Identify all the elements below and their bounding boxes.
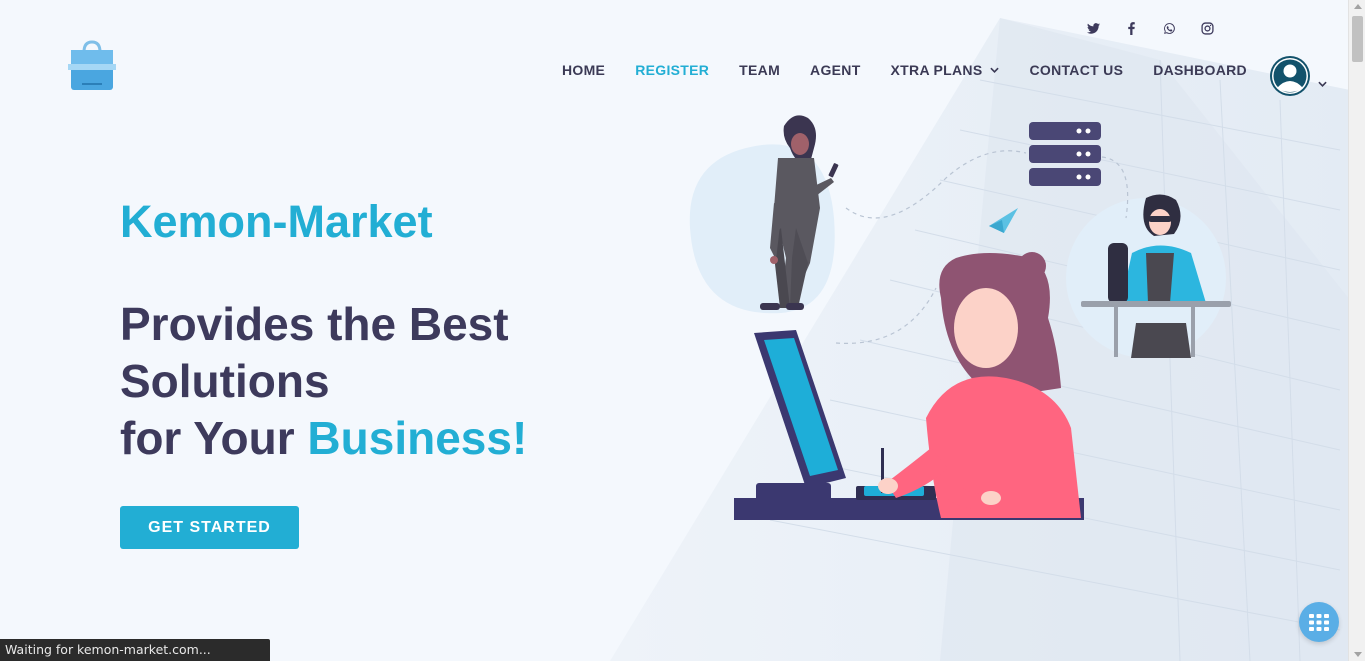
- hero-title-accent: Business!: [307, 412, 528, 464]
- browser-status-bar: Waiting for kemon-market.com...: [0, 639, 270, 661]
- nav-home-label: HOME: [562, 62, 606, 78]
- nav-home[interactable]: HOME: [562, 62, 605, 78]
- shopping-bag-logo-icon: [68, 40, 116, 90]
- scrollbar-thumb[interactable]: [1352, 16, 1363, 62]
- nav-register[interactable]: REGISTER: [635, 62, 709, 78]
- nav-agent[interactable]: AGENT: [810, 62, 861, 78]
- hero-title-line2: Solutions: [120, 355, 330, 407]
- scroll-up-arrow[interactable]: [1354, 4, 1362, 9]
- grid-icon: [1309, 613, 1329, 631]
- instagram-icon[interactable]: [1198, 19, 1216, 37]
- nav-agent-label: AGENT: [810, 62, 861, 78]
- chevron-down-icon: [990, 67, 1000, 73]
- site-logo[interactable]: [66, 40, 118, 92]
- twitter-icon[interactable]: [1084, 19, 1102, 37]
- social-links: [1084, 19, 1216, 37]
- nav-contact-us[interactable]: CONTACT US: [1029, 62, 1123, 78]
- get-started-button[interactable]: GET STARTED: [120, 506, 299, 549]
- page-scrollbar[interactable]: [1348, 0, 1365, 661]
- nav-dashboard[interactable]: DASHBOARD: [1153, 62, 1247, 78]
- scroll-down-arrow[interactable]: [1354, 652, 1362, 657]
- hero-title-line1: Provides the Best: [120, 298, 509, 350]
- grid-menu-button[interactable]: [1299, 602, 1339, 642]
- avatar-chevron-down-icon[interactable]: [1318, 74, 1327, 92]
- nav-contact-us-label: CONTACT US: [1029, 62, 1124, 78]
- hero-brand: Kemon-Market: [120, 196, 433, 247]
- hero-title-line3-prefix: for Your: [120, 412, 308, 464]
- nav-xtra-plans[interactable]: XTRA PLANS: [891, 62, 1000, 78]
- whatsapp-icon[interactable]: [1160, 19, 1178, 37]
- nav-team-label: TEAM: [739, 62, 781, 78]
- user-avatar-icon[interactable]: [1270, 56, 1310, 96]
- nav-team[interactable]: TEAM: [739, 62, 780, 78]
- facebook-icon[interactable]: [1122, 19, 1140, 37]
- main-nav: HOME REGISTER TEAM AGENT XTRA PLANS CONT…: [562, 62, 1247, 78]
- nav-register-label: REGISTER: [635, 62, 710, 78]
- nav-xtra-plans-label: XTRA PLANS: [890, 62, 983, 78]
- hero-title: Provides the Best Solutions for Your Bus…: [120, 296, 600, 467]
- nav-dashboard-label: DASHBOARD: [1153, 62, 1247, 78]
- hero-illustration: [689, 115, 1231, 520]
